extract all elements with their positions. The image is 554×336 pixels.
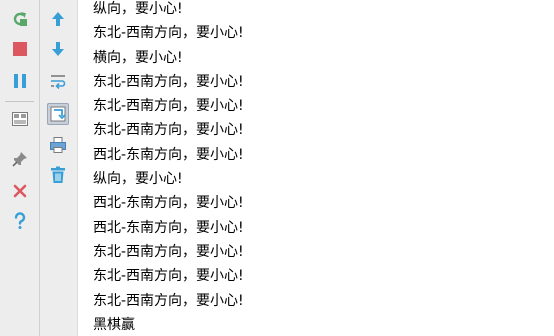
console-line: 东北-西南方向，要小心! bbox=[93, 98, 244, 115]
scroll-to-end-icon bbox=[49, 105, 67, 123]
console-line: 黑棋赢 bbox=[93, 316, 135, 333]
console-line: 纵向，要小心! bbox=[93, 1, 183, 17]
pin-button[interactable] bbox=[9, 148, 31, 170]
console-toolbar bbox=[40, 0, 78, 336]
rerun-icon bbox=[11, 10, 29, 28]
soft-wrap-icon bbox=[49, 72, 67, 90]
pause-icon bbox=[12, 73, 28, 89]
console-line: 纵向，要小心! bbox=[93, 171, 183, 188]
trash-icon bbox=[50, 166, 66, 184]
help-icon bbox=[12, 212, 28, 230]
pause-button[interactable] bbox=[9, 70, 31, 92]
clear-all-button[interactable] bbox=[47, 164, 69, 186]
run-toolbar bbox=[0, 0, 40, 336]
console-line: 东北-西南方向，要小心! bbox=[93, 268, 244, 285]
stop-button[interactable] bbox=[9, 38, 31, 60]
console-line: 西北-东南方向，要小心! bbox=[93, 146, 244, 163]
console-line: 东北-西南方向，要小心! bbox=[93, 73, 244, 90]
print-button[interactable] bbox=[47, 134, 69, 156]
soft-wrap-button[interactable] bbox=[47, 70, 69, 92]
console-line: 横向，要小心! bbox=[93, 49, 183, 66]
pin-icon bbox=[11, 150, 29, 168]
close-icon bbox=[12, 183, 28, 199]
up-stack-trace-button[interactable] bbox=[47, 8, 69, 30]
run-console-window: 纵向，要小心! 东北-西南方向，要小心! 横向，要小心! 东北-西南方向，要小心… bbox=[0, 0, 554, 336]
help-button[interactable] bbox=[9, 210, 31, 232]
console-line: 东北-西南方向，要小心! bbox=[93, 292, 244, 309]
console-line: 东北-西南方向，要小心! bbox=[93, 25, 244, 42]
down-arrow-icon bbox=[50, 41, 66, 57]
scroll-to-end-button[interactable] bbox=[47, 103, 69, 125]
layout-button[interactable] bbox=[9, 108, 31, 130]
stop-icon bbox=[12, 41, 28, 57]
console-line: 东北-西南方向，要小心! bbox=[93, 122, 244, 139]
console-line: 东北-西南方向，要小心! bbox=[93, 243, 244, 260]
close-button[interactable] bbox=[9, 180, 31, 202]
toolbar-separator bbox=[5, 101, 34, 102]
print-icon bbox=[49, 136, 67, 154]
down-stack-trace-button[interactable] bbox=[47, 38, 69, 60]
layout-icon bbox=[11, 110, 29, 128]
up-arrow-icon bbox=[50, 11, 66, 27]
console-output[interactable]: 纵向，要小心! 东北-西南方向，要小心! 横向，要小心! 东北-西南方向，要小心… bbox=[93, 0, 554, 336]
console-line: 西北-东南方向，要小心! bbox=[93, 195, 244, 212]
rerun-button[interactable] bbox=[9, 8, 31, 30]
console-line: 西北-东南方向，要小心! bbox=[93, 219, 244, 236]
